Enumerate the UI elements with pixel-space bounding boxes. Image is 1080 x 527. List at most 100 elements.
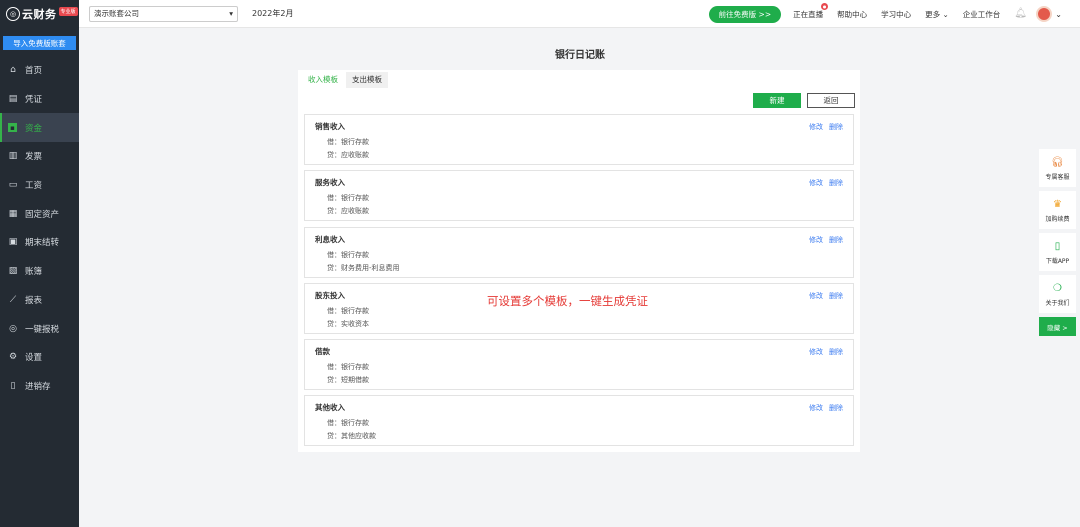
template-credit: 贷：应收账款: [327, 151, 369, 159]
tab-income-templates[interactable]: 收入模板: [302, 72, 344, 88]
chevron-down-icon[interactable]: ⌄: [1055, 10, 1062, 19]
float-item-headset[interactable]: 🎧︎ 专属客服: [1039, 149, 1076, 187]
float-item-crown[interactable]: ♛ 加购续费: [1039, 191, 1076, 229]
template-debit: 借：银行存款: [327, 363, 369, 372]
wechat-icon: ❍: [1053, 282, 1062, 294]
template-debit: 借：银行存款: [327, 419, 369, 428]
template-name: 借款: [315, 347, 330, 357]
template-item: 销售收入借：银行存款 贷：应收账款 修改 删除: [304, 114, 854, 165]
sidebar-item-label: 首页: [25, 66, 43, 77]
template-name: 其他收入: [315, 403, 345, 413]
more-menu-label: 更多: [925, 9, 941, 19]
edit-link[interactable]: 修改: [809, 348, 823, 356]
template-actions: 修改 删除: [803, 122, 843, 132]
template-tabs: 收入模板 支出模板: [302, 72, 390, 88]
help-center-link[interactable]: 帮助中心: [837, 9, 867, 20]
sidebar-item-home[interactable]: ⌂ 首页: [0, 56, 79, 85]
bell-icon[interactable]: 🔔︎: [1014, 8, 1027, 20]
live-link[interactable]: 正在直播 ●: [793, 2, 829, 20]
template-credit: 贷：实收资本: [327, 319, 369, 328]
sidebar-item-settings[interactable]: ⚙ 设置: [0, 343, 79, 372]
more-menu[interactable]: 更多 ⌄: [925, 9, 949, 20]
float-item-wechat[interactable]: ❍ 关于我们: [1039, 275, 1076, 313]
sidebar-item-label: 一键报税: [25, 324, 60, 335]
enterprise-workbench-link[interactable]: 企业工作台: [963, 9, 1001, 20]
report-icon: ⟋: [9, 294, 17, 305]
template-debit: 借：银行存款: [327, 138, 369, 146]
learning-center-link[interactable]: 学习中心: [881, 9, 911, 20]
back-button[interactable]: 返回: [807, 93, 855, 108]
delete-link[interactable]: 删除: [829, 348, 843, 356]
template-actions: 修改 删除: [803, 403, 843, 413]
template-item: 借款借：银行存款 贷：短期借款 修改 删除: [304, 339, 854, 391]
company-select[interactable]: 演示账套公司 ▾: [89, 5, 238, 22]
salary-icon: ▭: [8, 180, 18, 191]
sidebar-item-label: 发票: [25, 152, 43, 163]
sidebar-item-asset[interactable]: ▦ 固定资产: [0, 199, 79, 228]
sidebar-item-inventory[interactable]: ▯ 进销存: [0, 372, 79, 401]
delete-link[interactable]: 删除: [829, 123, 843, 131]
chevron-down-icon: ⌄: [942, 9, 949, 19]
edit-link[interactable]: 修改: [809, 179, 823, 187]
crown-icon: ♛: [1053, 198, 1062, 210]
sidebar-item-closing[interactable]: ▣ 期末结转: [0, 228, 79, 257]
sidebar-item-fund[interactable]: ▪ 资金: [0, 113, 79, 143]
import-free-account-button[interactable]: 导入免费版账套: [3, 36, 76, 50]
sidebar-item-label: 凭证: [25, 95, 43, 106]
invoice-icon: ▥: [8, 151, 18, 162]
edit-link[interactable]: 修改: [809, 292, 823, 300]
voucher-icon: ▤: [8, 94, 18, 105]
settings-icon: ⚙: [8, 352, 18, 363]
template-credit: 贷：短期借款: [327, 376, 369, 385]
template-name: 服务收入: [315, 178, 345, 188]
sidebar-item-ledger[interactable]: ▧ 账簿: [0, 257, 79, 286]
live-badge: ●: [821, 2, 829, 10]
sidebar-item-label: 进销存: [25, 381, 51, 392]
template-actions: 修改 删除: [803, 347, 843, 357]
new-button[interactable]: 新建: [753, 93, 801, 108]
avatar[interactable]: [1036, 6, 1053, 22]
hide-panel-button[interactable]: 隐藏 >: [1039, 317, 1076, 336]
sidebar-item-tax[interactable]: ◎ 一键报税: [0, 314, 79, 343]
float-item-label: 关于我们: [1045, 300, 1070, 307]
edit-link[interactable]: 修改: [809, 123, 823, 131]
company-select-value: 演示账套公司: [94, 9, 139, 18]
logo-icon: ◎: [6, 7, 20, 21]
float-item-phone[interactable]: ▯ 下载APP: [1039, 233, 1076, 271]
delete-link[interactable]: 删除: [829, 236, 843, 244]
home-icon: ⌂: [10, 65, 16, 76]
delete-link[interactable]: 删除: [829, 179, 843, 187]
template-credit: 贷：应收账款: [327, 207, 369, 216]
edit-link[interactable]: 修改: [809, 236, 823, 244]
go-free-version-button[interactable]: 前往免费版 >>: [708, 5, 782, 23]
main-card: 收入模板 支出模板 新建 返回 销售收入 借：银行存款 贷：应收账款 修改 删除 服务收入…: [298, 70, 860, 452]
template-actions: 修改 删除: [803, 291, 843, 301]
closing-icon: ▣: [8, 237, 18, 248]
sidebar-item-voucher[interactable]: ▤ 凭证: [0, 85, 79, 114]
sidebar-item-label: 资金: [25, 123, 43, 134]
sidebar-item-label: 报表: [25, 295, 43, 306]
template-name: 销售收入: [315, 122, 345, 131]
template-actions: 修改 删除: [803, 235, 843, 245]
sidebar-item-report[interactable]: ⟋ 报表: [0, 286, 79, 315]
sidebar-item-label: 固定资产: [25, 209, 60, 220]
ledger-icon: ▧: [8, 266, 18, 277]
template-name: 利息收入: [315, 234, 345, 244]
float-item-label: 下载APP: [1045, 258, 1070, 265]
sidebar-item-salary[interactable]: ▭ 工资: [0, 171, 79, 200]
topbar: 演示账套公司 ▾ 2022年2月 前往免费版 >> 正在直播 ● 帮助中心 学习…: [79, 0, 1080, 28]
inventory-icon: ▯: [10, 380, 16, 391]
asset-icon: ▦: [8, 208, 18, 219]
delete-link[interactable]: 删除: [829, 292, 843, 300]
chevron-down-icon: ▾: [229, 9, 233, 18]
accounting-period[interactable]: 2022年2月: [252, 8, 293, 19]
sidebar-item-invoice[interactable]: ▥ 发票: [0, 142, 79, 171]
edit-link[interactable]: 修改: [809, 404, 823, 412]
delete-link[interactable]: 删除: [829, 404, 843, 412]
template-credit: 贷：财务费用-利息费用: [327, 263, 400, 272]
sidebar-item-label: 设置: [25, 353, 43, 364]
template-item: 服务收入 借：银行存款 贷：应收账款 修改 删除: [304, 170, 854, 222]
tab-expense-templates[interactable]: 支出模板: [346, 72, 388, 88]
template-name: 股东投入: [315, 290, 345, 300]
logo[interactable]: ◎ 云财务 专业版: [0, 0, 79, 28]
